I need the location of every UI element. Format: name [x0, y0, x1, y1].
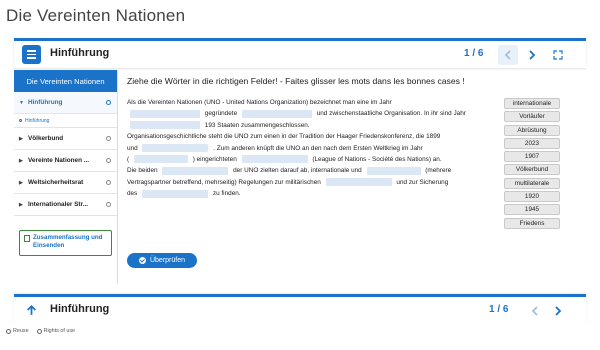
sidebar-item-label: Völkerbund	[28, 135, 64, 142]
link-icon	[36, 328, 42, 334]
progress-circle-icon	[106, 100, 111, 105]
text-segment: Die beiden	[127, 167, 158, 175]
sidebar-item-label: Hinführung	[28, 99, 63, 106]
summary-submit-button[interactable]: Zusammenfassung und Einsenden	[19, 230, 112, 256]
footer: Reuse Rights of use	[6, 328, 75, 334]
text-segment: . Zum anderen knüpft die UNO an den nach…	[213, 144, 423, 152]
drop-zone[interactable]	[366, 166, 421, 175]
progress-circle-icon	[106, 202, 111, 207]
draggable-word[interactable]: 2023	[504, 137, 560, 149]
drop-zone[interactable]	[130, 109, 200, 118]
bottom-toolbar-title: Hinführung	[50, 303, 110, 315]
text-segment: und zur Sicherung	[396, 178, 449, 186]
reuse-link[interactable]: Reuse	[6, 328, 29, 334]
cloze-text: Als die Vereinten Nationen (UNO - United…	[127, 97, 497, 200]
drop-zone[interactable]	[142, 189, 209, 198]
text-segment: (	[127, 156, 130, 164]
check-button-label: Überprüfen	[149, 257, 186, 264]
drop-zone[interactable]	[142, 143, 209, 152]
draggable-word[interactable]: Abrüstung	[504, 124, 560, 136]
text-segment: und zwischenstaatliche Organisation. In …	[316, 110, 466, 118]
draggable-word[interactable]: 1945	[504, 204, 560, 216]
chevron-right-icon	[555, 306, 562, 316]
exercise-instruction: Ziehe die Wörter in die richtigen Felder…	[127, 76, 465, 86]
draggable-word[interactable]: Völkerbund	[504, 164, 560, 176]
rights-label: Rights of use	[43, 328, 76, 334]
text-segment: zu finden.	[212, 190, 241, 198]
sidebar: Die Vereinten Nationen ▼ Hinführung Hinf…	[14, 70, 118, 284]
sidebar-subitem-hinfuehrung[interactable]: Hinführung	[14, 114, 117, 128]
check-button[interactable]: Überprüfen	[127, 253, 197, 268]
word-bank: internationale Vorläufer Abrüstung 2023 …	[504, 98, 560, 231]
page-counter: 1 / 6	[464, 48, 484, 59]
next-button[interactable]	[522, 45, 542, 65]
bottom-previous-button[interactable]	[525, 301, 545, 321]
text-segment: 193 Staaten zusammengeschlossen.	[204, 121, 310, 129]
draggable-word[interactable]: Friedens	[504, 217, 560, 229]
rights-of-use-link[interactable]: Rights of use	[36, 328, 76, 334]
arrow-up-icon	[27, 304, 36, 315]
bottom-toolbar: Hinführung 1 / 6	[14, 294, 586, 324]
sidebar-item-vereinte-nationen[interactable]: ▶ Vereinte Nationen ...	[14, 150, 117, 172]
page-title: Die Vereinten Nationen	[6, 6, 186, 25]
text-segment: Vertragspartner betreffend, mehrseitig) …	[127, 178, 321, 186]
caret-right-icon: ▶	[19, 201, 23, 208]
text-segment: (mehrere	[425, 167, 452, 175]
sidebar-item-weltsicherheitsrat[interactable]: ▶ Weltsicherheitsrat	[14, 172, 117, 194]
bullet-icon	[19, 119, 22, 122]
chevron-left-icon	[531, 306, 538, 316]
text-segment: ) eingerichteten	[192, 156, 237, 164]
previous-button[interactable]	[498, 45, 518, 65]
sidebar-header[interactable]: Die Vereinten Nationen	[14, 70, 117, 92]
caret-down-icon: ▼	[19, 99, 24, 106]
chevron-right-icon	[529, 50, 536, 60]
scroll-up-button[interactable]	[22, 301, 41, 320]
sidebar-subitem-label: Hinführung	[25, 117, 50, 124]
check-circle-icon	[138, 257, 146, 264]
sidebar-item-label: Internationaler Str...	[28, 201, 89, 208]
drop-zone[interactable]	[241, 109, 312, 118]
progress-circle-icon	[106, 180, 111, 185]
expand-icon	[553, 50, 563, 60]
text-segment: der UNO zielten darauf ab, international…	[233, 167, 362, 175]
reuse-label: Reuse	[13, 328, 29, 334]
text-segment: des	[127, 190, 138, 198]
caret-right-icon: ▶	[19, 157, 23, 164]
draggable-word[interactable]: 1907	[504, 151, 560, 163]
text-segment: und	[127, 144, 138, 152]
bottom-next-button[interactable]	[548, 301, 568, 321]
reuse-icon	[6, 328, 11, 334]
document-icon	[24, 235, 30, 242]
sidebar-item-label: Vereinte Nationen ...	[28, 157, 90, 164]
sidebar-item-hinfuehrung[interactable]: ▼ Hinführung	[14, 92, 117, 114]
progress-circle-icon	[106, 158, 111, 163]
summary-button-label: Zusammenfassung und Einsenden	[33, 234, 103, 249]
sidebar-item-label: Weltsicherheitsrat	[28, 179, 84, 186]
drop-zone[interactable]	[162, 166, 229, 175]
bottom-page-counter: 1 / 6	[489, 304, 509, 315]
draggable-word[interactable]: Vorläufer	[504, 111, 560, 123]
menu-button[interactable]	[22, 45, 41, 64]
draggable-word[interactable]: internationale	[504, 98, 560, 109]
text-segment: gegründete	[204, 110, 238, 118]
text-segment: (League of Nations - Société des Nations…	[312, 156, 442, 164]
sidebar-item-voelkerbund[interactable]: ▶ Völkerbund	[14, 128, 117, 150]
progress-circle-icon	[106, 136, 111, 141]
drop-zone[interactable]	[325, 178, 392, 187]
chevron-left-icon	[504, 50, 511, 60]
caret-right-icon: ▶	[19, 135, 23, 142]
drop-zone[interactable]	[133, 155, 188, 164]
caret-right-icon: ▶	[19, 179, 23, 186]
toolbar-title: Hinführung	[50, 47, 110, 59]
top-toolbar: Hinführung 1 / 6	[14, 38, 586, 68]
text-segment: Als die Vereinten Nationen (UNO - United…	[127, 99, 392, 106]
drop-zone[interactable]	[130, 121, 200, 130]
sidebar-item-internationaler-strafgerichtshof[interactable]: ▶ Internationaler Str...	[14, 194, 117, 216]
fullscreen-button[interactable]	[548, 45, 568, 65]
exercise-panel: Ziehe die Wörter in die richtigen Felder…	[123, 70, 586, 284]
text-segment: Organisationsgeschichtliche steht die UN…	[127, 133, 441, 141]
draggable-word[interactable]: 1920	[504, 191, 560, 203]
draggable-word[interactable]: multilaterale	[504, 177, 560, 189]
drop-zone[interactable]	[241, 155, 308, 164]
